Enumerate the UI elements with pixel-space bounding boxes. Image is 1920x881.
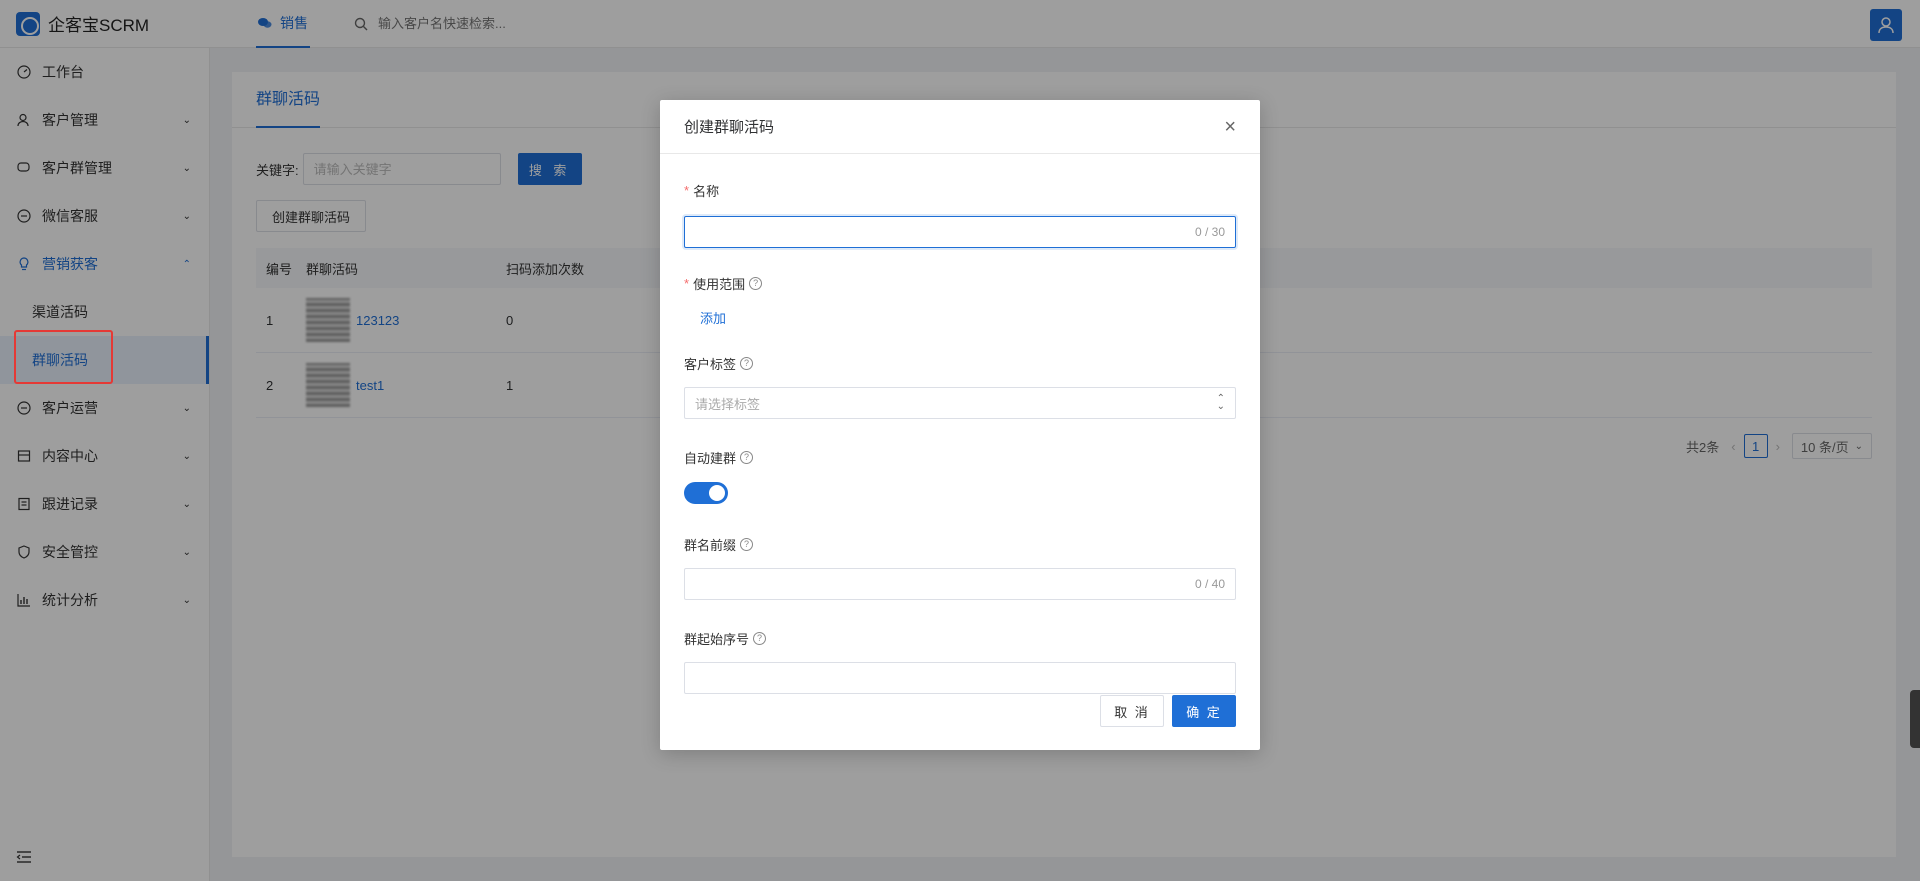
start-label-row: 群起始序号 ? (684, 628, 1236, 648)
tag-select-placeholder: 请选择标签 (695, 396, 761, 412)
required-mark: * (684, 275, 690, 291)
prefix-label: 群名前缀 (684, 537, 737, 553)
start-number-input[interactable] (684, 662, 1236, 694)
create-group-code-dialog: 创建群聊活码 × * 名称 0 / 30 * 使用范围 ? 添加 客户标签 ? … (660, 100, 1260, 750)
help-icon[interactable]: ? (749, 276, 763, 290)
required-mark: * (684, 182, 690, 198)
help-icon[interactable]: ? (740, 537, 754, 551)
start-label: 群起始序号 (684, 631, 750, 647)
scope-add-link[interactable]: 添加 (684, 311, 726, 326)
name-label: 名称 (693, 183, 720, 199)
dialog-form: * 名称 0 / 30 * 使用范围 ? 添加 客户标签 ? 请选择标签 ⌃ ⌄ … (660, 180, 1260, 694)
tag-select[interactable]: 请选择标签 ⌃ ⌄ (684, 387, 1236, 419)
tag-label: 客户标签 (684, 356, 737, 372)
scope-label: 使用范围 (693, 276, 746, 292)
scope-label-row: * 使用范围 ? (684, 273, 1236, 293)
tag-label-row: 客户标签 ? (684, 353, 1236, 373)
cancel-button[interactable]: 取 消 (1100, 695, 1164, 727)
dialog-header: 创建群聊活码 × (660, 100, 1260, 154)
auto-label-row: 自动建群 ? (684, 447, 1236, 467)
auto-label: 自动建群 (684, 450, 737, 466)
auto-group-toggle[interactable] (684, 482, 728, 504)
help-icon[interactable]: ? (753, 631, 767, 645)
scope-add-row: 添加 (684, 308, 1236, 327)
help-icon[interactable]: ? (740, 450, 754, 464)
name-input[interactable]: 0 / 30 (684, 216, 1236, 248)
sort-arrows-icon: ⌃ ⌄ (1216, 393, 1225, 412)
prefix-counter: 0 / 40 (1194, 577, 1225, 591)
name-label-row: * 名称 (684, 180, 1236, 200)
confirm-button[interactable]: 确 定 (1172, 695, 1236, 727)
side-widget-handle[interactable] (1910, 690, 1920, 748)
dialog-title: 创建群聊活码 (684, 119, 775, 136)
close-icon[interactable]: × (1224, 117, 1236, 137)
help-icon[interactable]: ? (740, 356, 754, 370)
name-counter: 0 / 30 (1194, 225, 1225, 239)
prefix-label-row: 群名前缀 ? (684, 534, 1236, 554)
prefix-input[interactable]: 0 / 40 (684, 568, 1236, 600)
